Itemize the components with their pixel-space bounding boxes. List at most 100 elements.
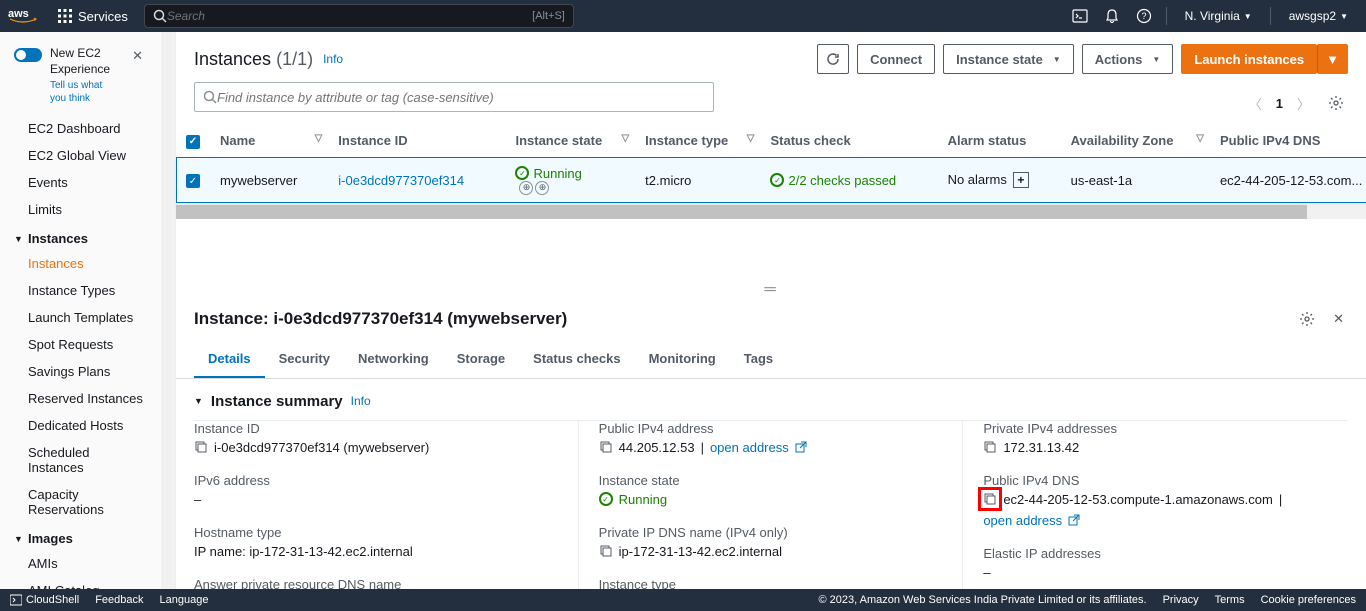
tab-status-checks[interactable]: Status checks (519, 341, 634, 378)
help-button[interactable]: ? (1130, 2, 1158, 30)
tab-storage[interactable]: Storage (443, 341, 519, 378)
notifications-button[interactable] (1098, 2, 1126, 30)
field-label: Instance type (599, 577, 943, 590)
language-link[interactable]: Language (160, 594, 209, 606)
region-selector[interactable]: N. Virginia▼ (1175, 2, 1262, 30)
global-search[interactable]: [Alt+S] (144, 4, 574, 28)
sidebar-item[interactable]: Spot Requests (0, 331, 161, 358)
select-all-checkbox[interactable]: ✓ (176, 124, 210, 157)
info-link[interactable]: Info (323, 52, 343, 66)
col-az[interactable]: Availability Zone▽ (1061, 124, 1210, 157)
copy-icon[interactable] (599, 440, 613, 454)
col-status[interactable]: Status check (760, 124, 937, 157)
summary-info-link[interactable]: Info (351, 394, 371, 408)
field-value: – (983, 565, 1328, 580)
col-name[interactable]: Name▽ (210, 124, 328, 157)
col-alarm[interactable]: Alarm status (938, 124, 1061, 157)
copy-icon[interactable] (194, 440, 208, 454)
launch-instances-dropdown[interactable]: ▼ (1317, 44, 1348, 74)
connect-button[interactable]: Connect (857, 44, 935, 74)
sidebar-item[interactable]: Capacity Reservations (0, 481, 161, 523)
feedback-link[interactable]: Feedback (95, 594, 143, 606)
sidebar-group-instances[interactable]: Instances (0, 223, 161, 250)
status-action-icon[interactable]: ⊕ (519, 181, 533, 195)
sidebar-item[interactable]: Instances (0, 250, 161, 277)
prev-page-button[interactable]: 〈 (1245, 90, 1266, 117)
check-circle-icon: ✓ (515, 166, 529, 180)
new-experience-title: New EC2 Experience (50, 46, 120, 77)
detail-tabs: Details Security Networking Storage Stat… (176, 341, 1366, 379)
col-instance-id[interactable]: Instance ID (328, 124, 505, 157)
search-icon (153, 9, 167, 23)
sidebar-item[interactable]: Reserved Instances (0, 385, 161, 412)
aws-logo[interactable]: aws (8, 7, 38, 25)
sidebar-item[interactable]: Scheduled Instances (0, 439, 161, 481)
filter-input-wrap[interactable] (194, 82, 714, 112)
add-alarm-button[interactable]: + (1013, 172, 1029, 188)
sidebar-item[interactable]: Launch Templates (0, 304, 161, 331)
main-content: Instances (1/1) Info Connect Instance st… (176, 32, 1366, 589)
open-address-link[interactable]: open address (983, 513, 1062, 528)
detail-close-button[interactable]: ✕ (1329, 307, 1348, 331)
search-shortcut: [Alt+S] (532, 10, 565, 22)
services-button[interactable]: Services (50, 5, 136, 28)
sidebar-item[interactable]: AMIs (0, 550, 161, 577)
tab-security[interactable]: Security (265, 341, 344, 378)
detail-settings-button[interactable] (1295, 307, 1319, 331)
instance-state-button[interactable]: Instance state (943, 44, 1074, 74)
close-icon[interactable]: ✕ (128, 46, 147, 66)
table-row[interactable]: ✓ mywebserver i-0e3dcd977370ef314 ✓Runni… (176, 157, 1366, 203)
refresh-button[interactable] (817, 44, 849, 74)
instances-table: ✓ Name▽ Instance ID Instance state▽ Inst… (176, 124, 1366, 205)
privacy-link[interactable]: Privacy (1163, 594, 1199, 606)
sidebar-item[interactable]: EC2 Global View (0, 142, 161, 169)
field-value: 172.31.13.42 (1003, 440, 1079, 455)
col-dns[interactable]: Public IPv4 DNS▽ (1210, 124, 1366, 157)
sidebar-scrollbar[interactable] (161, 32, 175, 589)
new-experience-toggle[interactable] (14, 48, 42, 62)
field-label: Public IPv4 address (599, 421, 943, 436)
sidebar-item[interactable]: AMI Catalog (0, 577, 161, 589)
cloudshell-icon-button[interactable] (1066, 2, 1094, 30)
col-type[interactable]: Instance type▽ (635, 124, 760, 157)
cloudshell-link[interactable]: CloudShell (10, 594, 79, 606)
sidebar-item[interactable]: Savings Plans (0, 358, 161, 385)
sidebar-group-images[interactable]: Images (0, 523, 161, 550)
sidebar-item[interactable]: Limits (0, 196, 161, 223)
copy-icon[interactable] (599, 544, 613, 558)
horizontal-scrollbar[interactable] (176, 205, 1366, 219)
launch-instances-button[interactable]: Launch instances (1181, 44, 1317, 74)
field-value: – (194, 492, 558, 507)
terms-link[interactable]: Terms (1215, 594, 1245, 606)
filter-input[interactable] (217, 90, 705, 105)
tab-details[interactable]: Details (194, 341, 265, 378)
top-nav: aws Services [Alt+S] ? N. Virginia▼ awsg… (0, 0, 1366, 32)
instance-summary-header[interactable]: Instance summary Info (176, 379, 1366, 420)
cookie-link[interactable]: Cookie preferences (1261, 594, 1356, 606)
sidebar-item[interactable]: Dedicated Hosts (0, 412, 161, 439)
resize-handle[interactable]: ═ (176, 279, 1366, 301)
account-menu[interactable]: awsgsp2▼ (1279, 2, 1358, 30)
status-action-icon[interactable]: ⊕ (535, 181, 549, 195)
row-checkbox[interactable]: ✓ (186, 174, 200, 188)
field-label: Instance ID (194, 421, 558, 436)
search-input[interactable] (167, 9, 532, 23)
table-settings-button[interactable] (1324, 91, 1348, 115)
open-address-link[interactable]: open address (710, 440, 789, 455)
sidebar-item[interactable]: EC2 Dashboard (0, 115, 161, 142)
tab-monitoring[interactable]: Monitoring (635, 341, 730, 378)
tab-tags[interactable]: Tags (730, 341, 787, 378)
svg-text:aws: aws (8, 8, 29, 20)
sidebar-item[interactable]: Instance Types (0, 277, 161, 304)
field-label: Instance state (599, 473, 943, 488)
next-page-button[interactable]: 〉 (1293, 90, 1314, 117)
feedback-link[interactable]: Tell us what you think (50, 79, 120, 105)
col-state[interactable]: Instance state▽ (505, 124, 635, 157)
copy-icon[interactable] (983, 440, 997, 454)
actions-button[interactable]: Actions (1082, 44, 1174, 74)
sidebar-item[interactable]: Events (0, 169, 161, 196)
cell-instance-id[interactable]: i-0e3dcd977370ef314 (328, 157, 505, 203)
tab-networking[interactable]: Networking (344, 341, 443, 378)
copy-icon[interactable] (983, 492, 997, 506)
field-value: ip-172-31-13-42.ec2.internal (619, 544, 782, 559)
